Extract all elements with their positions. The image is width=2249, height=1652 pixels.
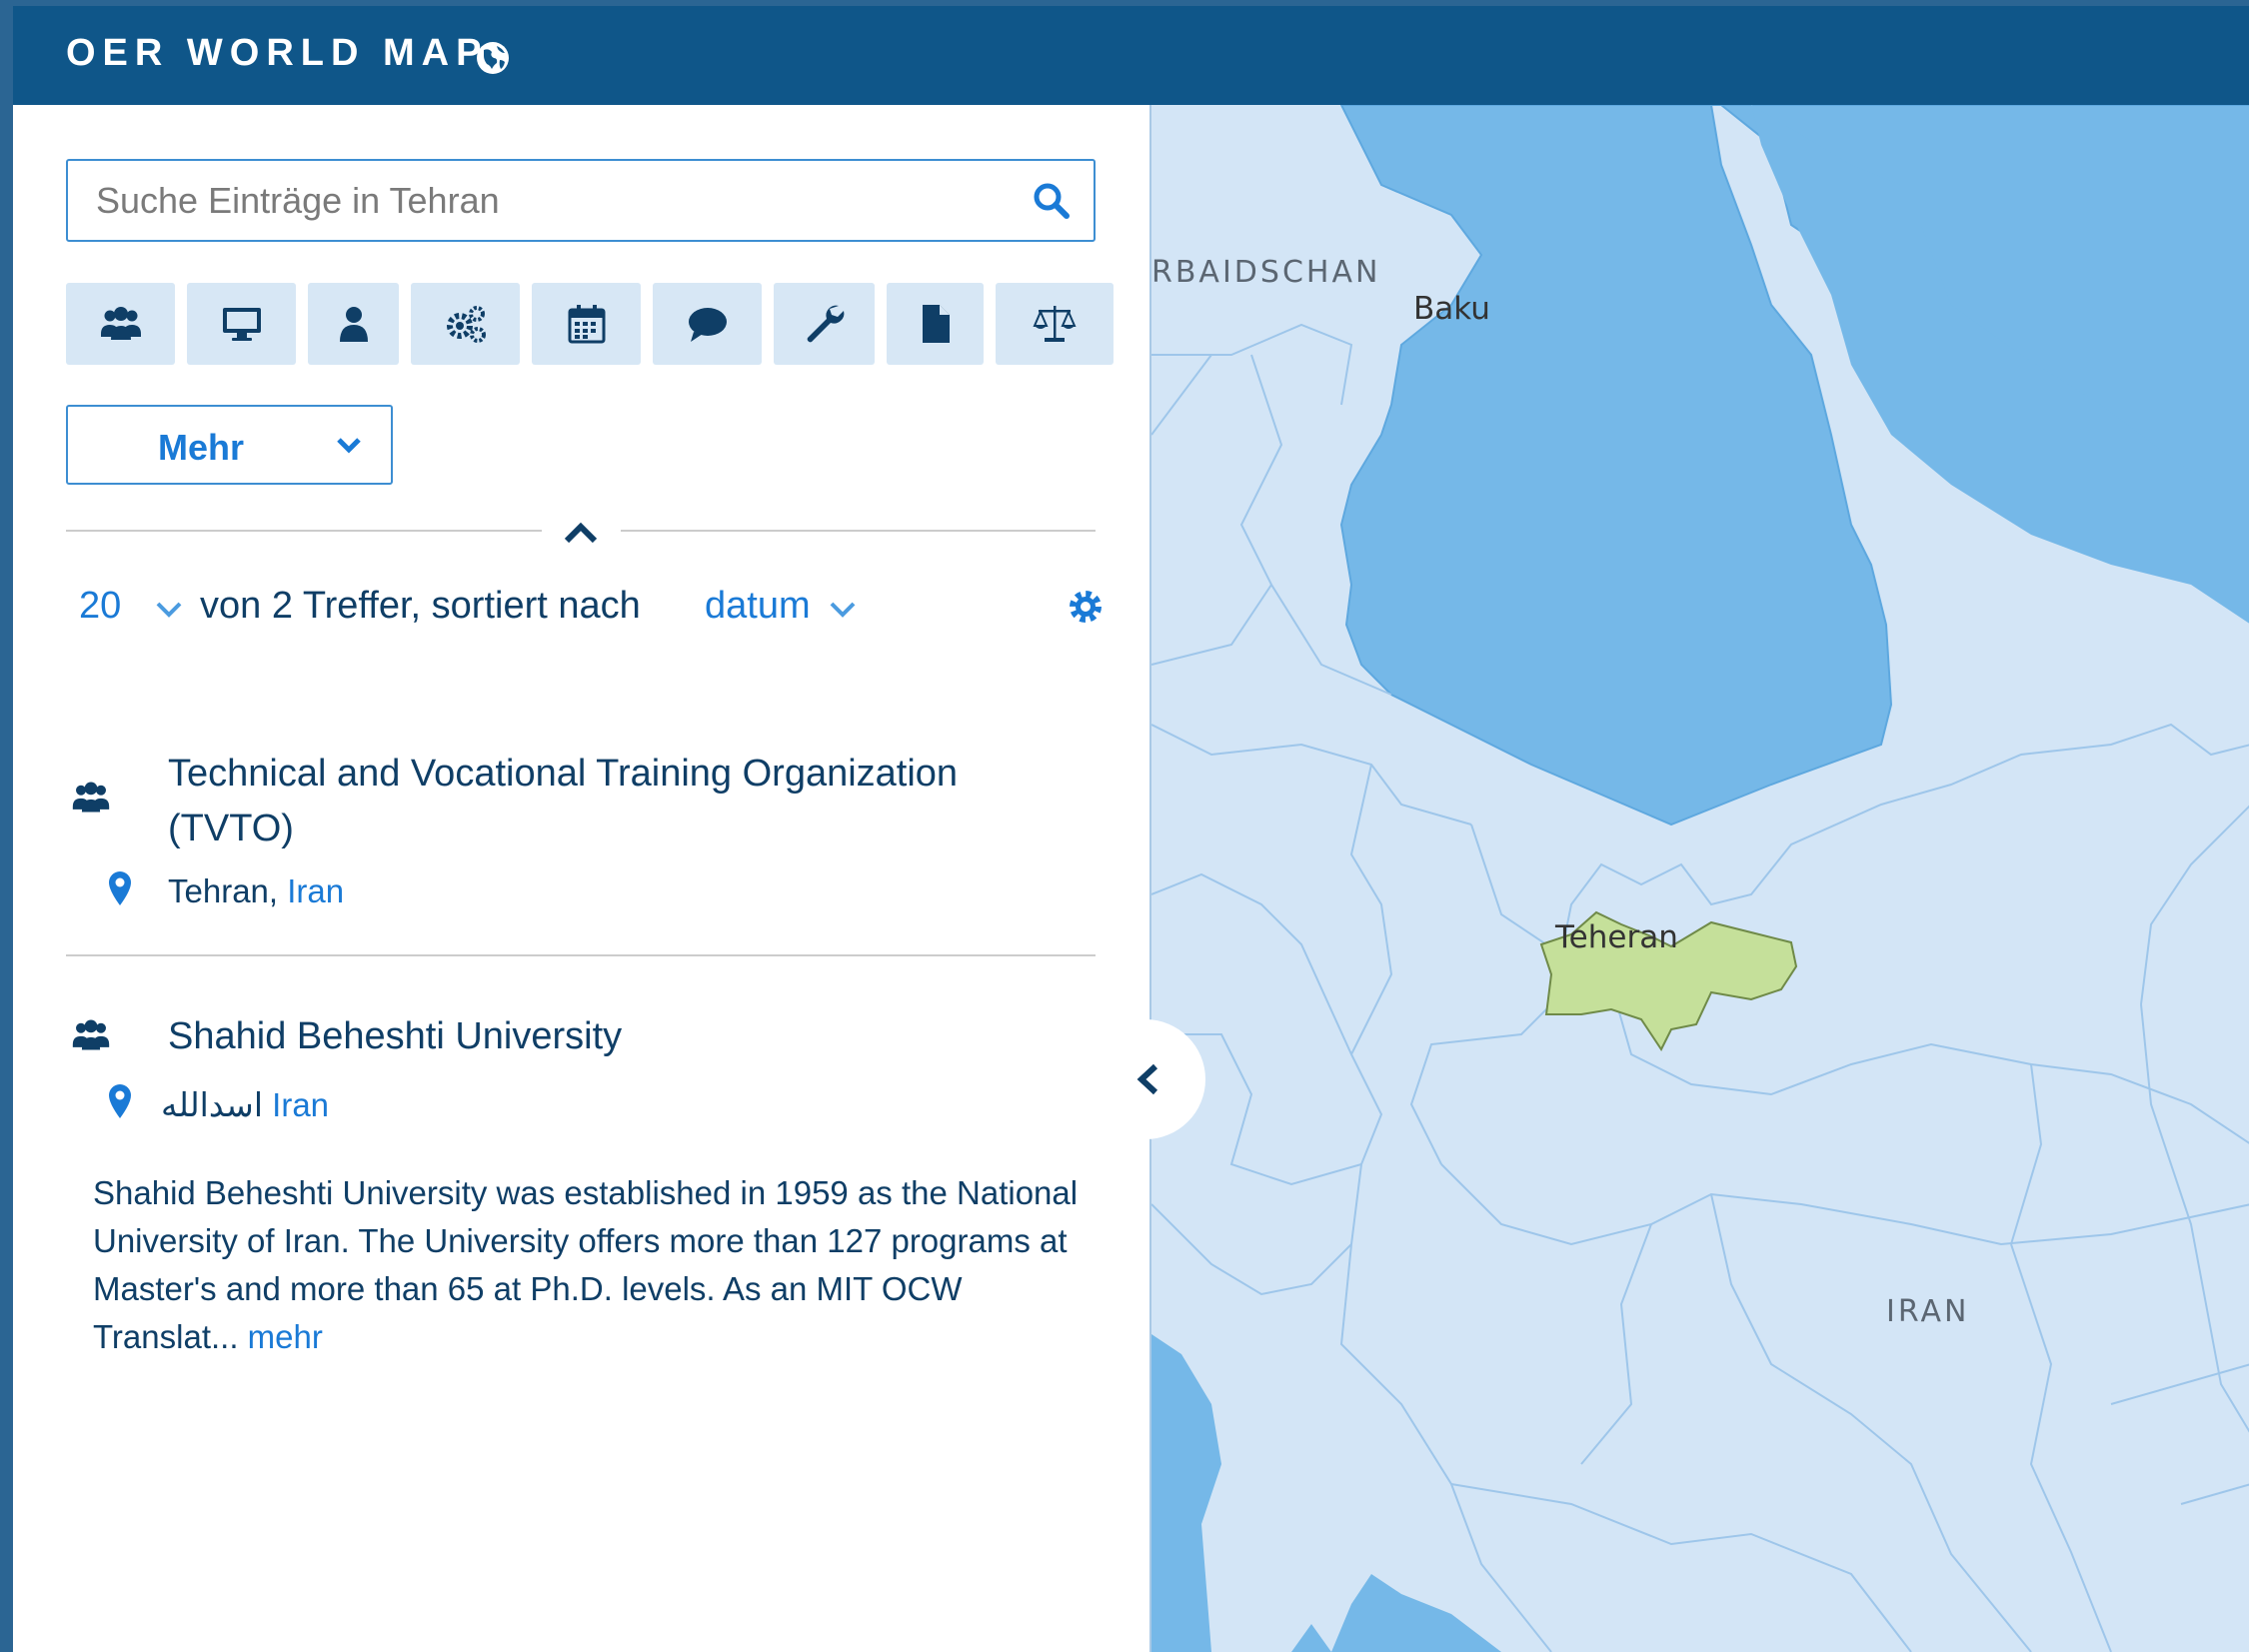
- entry-country-link[interactable]: Iran: [287, 872, 344, 909]
- per-page-select[interactable]: 20: [79, 585, 121, 628]
- entry-location: Tehran, Iran: [168, 872, 344, 910]
- file-icon: [922, 305, 950, 343]
- divider: [66, 530, 542, 532]
- entry-locality: Tehran,: [168, 872, 279, 909]
- map-view[interactable]: RBAIDSCHAN Baku Teheran IRAN: [1149, 105, 2249, 1652]
- filter-publications-button[interactable]: [887, 283, 984, 365]
- chevron-down-icon[interactable]: [829, 599, 857, 621]
- filter-persons-button[interactable]: [308, 283, 399, 365]
- filter-services-button[interactable]: [187, 283, 296, 365]
- map-label-tehran: Teheran: [1555, 919, 1678, 955]
- comment-icon: [688, 308, 727, 342]
- search-icon[interactable]: [1032, 181, 1072, 221]
- map-label-region: RBAIDSCHAN: [1151, 255, 1381, 290]
- gear-icon[interactable]: [1066, 587, 1106, 627]
- gears-icon: [446, 306, 486, 343]
- entry-title-line: (TVTO): [168, 808, 294, 849]
- user-icon: [339, 307, 368, 342]
- search-box: [66, 159, 1096, 242]
- more-filters-label: Mehr: [158, 427, 245, 468]
- entry-locality: اسدالله: [161, 1086, 263, 1123]
- filter-stories-button[interactable]: [653, 283, 762, 365]
- users-icon: [100, 307, 141, 340]
- chevron-up-icon[interactable]: [561, 517, 601, 547]
- sort-select[interactable]: datum: [705, 585, 811, 628]
- filter-policies-button[interactable]: [996, 283, 1114, 365]
- users-icon: [72, 1019, 110, 1050]
- filter-events-button[interactable]: [532, 283, 641, 365]
- divider: [66, 954, 1096, 956]
- globe-icon[interactable]: [475, 40, 511, 76]
- sidebar-panel: Mehr 20 von 2 Treffer, sortiert nach dat…: [13, 105, 1149, 1652]
- map-marker-icon: [109, 871, 131, 905]
- desktop-icon: [222, 308, 261, 341]
- map-marker-icon: [109, 1084, 131, 1118]
- map-canvas: [1151, 105, 2249, 1652]
- filter-projects-button[interactable]: [411, 283, 520, 365]
- entry-title-line: Technical and Vocational Training Organi…: [168, 753, 959, 795]
- balance-scale-icon: [1033, 306, 1077, 342]
- entry-title[interactable]: Shahid Beheshti University: [168, 1009, 622, 1064]
- more-filters-dropdown[interactable]: Mehr: [66, 405, 393, 485]
- filter-organizations-button[interactable]: [66, 283, 175, 365]
- read-more-link[interactable]: mehr: [248, 1318, 323, 1355]
- divider: [621, 530, 1096, 532]
- top-navigation-bar: OER WORLD MAP: [13, 6, 2249, 105]
- filter-tools-button[interactable]: [774, 283, 875, 365]
- wrench-icon: [807, 305, 844, 343]
- entry-title[interactable]: Technical and Vocational Training Organi…: [168, 747, 958, 856]
- users-icon: [72, 782, 110, 813]
- chevron-down-icon: [337, 438, 361, 454]
- entry-location: اسدالله Iran: [161, 1085, 329, 1124]
- map-label-baku: Baku: [1413, 291, 1490, 327]
- calendar-icon: [568, 305, 605, 344]
- brand-logo-text[interactable]: OER WORLD MAP: [66, 32, 488, 75]
- map-label-country: IRAN: [1886, 1294, 1970, 1329]
- entry-description: Shahid Beheshti University was establish…: [93, 1169, 1093, 1361]
- entry-description-text: Shahid Beheshti University was establish…: [93, 1174, 1079, 1355]
- chevron-left-icon: [1136, 1063, 1158, 1095]
- search-input[interactable]: [68, 161, 1018, 240]
- results-summary-bar: 20 von 2 Treffer, sortiert nach datum: [79, 585, 1102, 635]
- entry-country-link[interactable]: Iran: [272, 1086, 329, 1123]
- results-count-text: von 2 Treffer, sortiert nach: [200, 585, 641, 627]
- chevron-down-icon[interactable]: [155, 599, 183, 621]
